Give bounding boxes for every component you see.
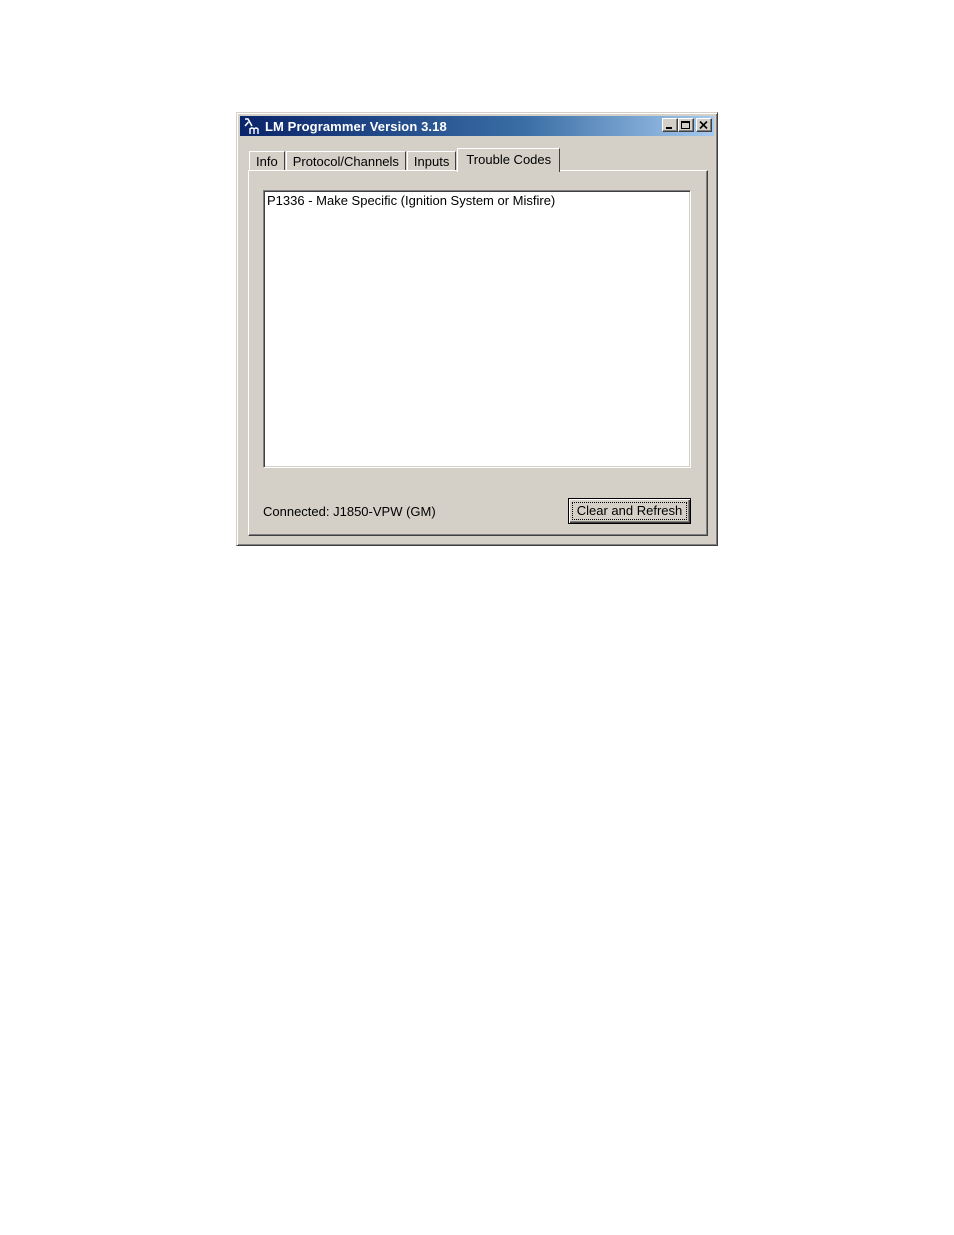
list-item[interactable]: P1336 - Make Specific (Ignition System o…	[267, 193, 687, 209]
tab-trouble-codes[interactable]: Trouble Codes	[457, 148, 561, 172]
minimize-icon	[666, 127, 672, 129]
maximize-icon	[681, 121, 690, 129]
tab-info[interactable]: Info	[249, 151, 285, 171]
main-window: LM Programmer Version 3.18 Info Protocol…	[236, 112, 718, 546]
title-buttons	[662, 118, 712, 132]
tab-protocol-channels[interactable]: Protocol/Channels	[285, 151, 406, 171]
minimize-button[interactable]	[662, 118, 678, 132]
close-icon	[699, 121, 708, 130]
clear-and-refresh-button[interactable]: Clear and Refresh	[568, 498, 691, 524]
trouble-codes-list[interactable]: P1336 - Make Specific (Ignition System o…	[263, 190, 691, 468]
tab-strip: Info Protocol/Channels Inputs Trouble Co…	[249, 147, 561, 172]
title-bar[interactable]: LM Programmer Version 3.18	[240, 116, 714, 136]
tab-inputs[interactable]: Inputs	[406, 151, 457, 171]
clear-and-refresh-label: Clear and Refresh	[571, 502, 688, 520]
window-title: LM Programmer Version 3.18	[265, 118, 447, 134]
close-button[interactable]	[696, 118, 712, 132]
maximize-button[interactable]	[678, 118, 694, 132]
connection-status: Connected: J1850-VPW (GM)	[263, 504, 436, 519]
lambda-app-icon[interactable]	[242, 117, 262, 135]
trouble-codes-panel: P1336 - Make Specific (Ignition System o…	[248, 170, 708, 536]
